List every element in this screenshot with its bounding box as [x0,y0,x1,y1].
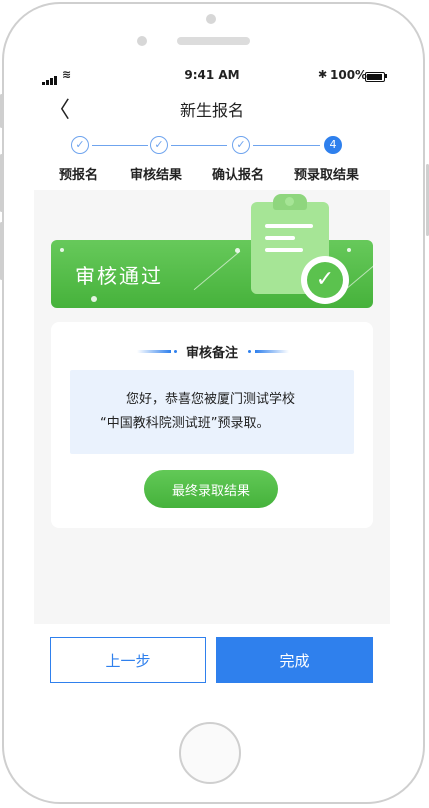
volume-down-button [0,222,3,280]
final-admission-result-button[interactable]: 最终录取结果 [144,470,278,508]
step-label-pre-admission: 预录取结果 [294,168,360,183]
battery-tip [385,74,387,78]
progress-stepper: ✓ ✓ ✓ 4 预报名 审核结果 确认报名 预录取结果 [34,128,390,190]
step-3-check-icon: ✓ [232,136,250,154]
sparkle-dot [235,248,240,253]
nav-bar: 〈 新生报名 [34,86,390,128]
check-badge-icon: ✓ [301,256,349,304]
sensor-dot [206,14,216,24]
approval-text: 审核通过 [75,264,163,288]
approval-banner: 审核通过 ✓ [51,194,377,308]
step-connector [92,145,148,146]
step-label-pre-register: 预报名 [59,168,99,183]
previous-step-button[interactable]: 上一步 [50,637,206,683]
status-bar: ≋ 9:41 AM ✱ 100% [34,64,390,86]
home-button[interactable] [179,722,241,784]
banner-decoration [345,263,377,290]
step-2-check-icon: ✓ [150,136,168,154]
app-screen: ≋ 9:41 AM ✱ 100% 〈 新生报名 ✓ ✓ ✓ 4 预报名 审核结果… [34,64,390,624]
battery-icon [365,72,385,82]
step-label-review-result: 审核结果 [130,168,183,183]
heading-decoration [248,350,251,353]
note-line-2: “中国教科院测试班”预录取。 [100,416,270,431]
remark-heading: 审核备注 [185,346,238,361]
step-connector [253,145,320,146]
done-button[interactable]: 完成 [216,637,373,683]
step-connector [171,145,227,146]
heading-decoration [255,350,289,353]
step-1-check-icon: ✓ [71,136,89,154]
volume-up-button [0,154,3,212]
note-line-1: 您好，恭喜您被厦门测试学校 [126,392,296,407]
mute-switch [0,94,3,128]
remark-note-box: 您好，恭喜您被厦门测试学校 “中国教科院测试班”预录取。 [70,370,354,454]
page-title: 新生报名 [179,101,244,120]
sparkle-dot [91,296,97,302]
review-remark-card: 审核备注 您好，恭喜您被厦门测试学校 “中国教科院测试班”预录取。 最终录取结果 [51,322,373,528]
banner-decoration [193,250,241,291]
step-4-number: 4 [324,136,342,154]
battery-percentage: 100% [330,68,368,82]
sparkle-dot [60,248,64,252]
earpiece-speaker [177,37,250,45]
step-label-confirm-register: 确认报名 [212,168,265,183]
front-camera [137,36,147,46]
bluetooth-icon: ✱ [318,68,328,81]
sparkle-dot [347,248,351,252]
